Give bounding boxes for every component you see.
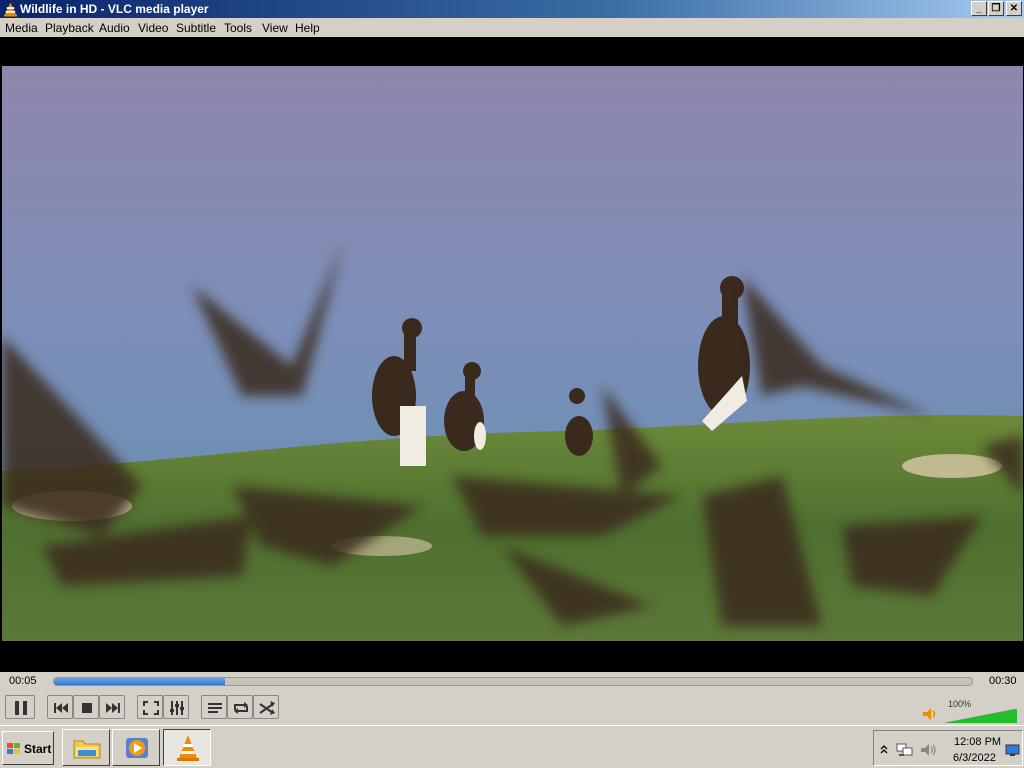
- menu-view[interactable]: View: [262, 21, 288, 35]
- volume-percent: 100%: [948, 699, 972, 709]
- restore-button[interactable]: ❐: [988, 1, 1004, 16]
- taskbar-file-explorer[interactable]: [62, 729, 110, 766]
- menu-media[interactable]: Media: [5, 21, 38, 35]
- windows-logo-icon: [7, 743, 20, 754]
- menu-subtitle[interactable]: Subtitle: [176, 21, 216, 35]
- speaker-icon[interactable]: [920, 742, 938, 758]
- extended-settings-icon: [170, 701, 184, 715]
- volume-slider[interactable]: [945, 709, 1017, 723]
- show-desktop-icon[interactable]: [1005, 744, 1020, 756]
- menu-help[interactable]: Help: [295, 21, 320, 35]
- show-hidden-icons-chevron[interactable]: [879, 743, 889, 755]
- menu-video[interactable]: Video: [138, 21, 168, 35]
- title-bar[interactable]: Wildlife in HD - VLC media player _ ❐ ✕: [0, 0, 1024, 18]
- taskbar: Start 12:08 PM 6/3/2022: [0, 725, 1024, 768]
- loop-icon: [234, 702, 248, 714]
- pause-button[interactable]: [5, 695, 35, 719]
- clock-time[interactable]: 12:08 PM: [954, 736, 1001, 748]
- playlist-icon: [208, 703, 222, 713]
- minimize-button[interactable]: _: [971, 1, 987, 16]
- menu-playback[interactable]: Playback: [45, 21, 94, 35]
- video-frame: [2, 66, 1023, 641]
- file-explorer-icon: [73, 740, 101, 759]
- previous-button[interactable]: [47, 695, 73, 719]
- media-player-icon: [126, 738, 148, 758]
- loop-button[interactable]: [227, 695, 253, 719]
- stop-icon: [82, 703, 92, 713]
- system-tray: 12:08 PM 6/3/2022: [873, 730, 1023, 766]
- vlc-cone-icon: [177, 735, 199, 761]
- fullscreen-icon: [143, 701, 159, 715]
- clock-date[interactable]: 6/3/2022: [953, 752, 996, 764]
- vlc-cone-icon: [3, 2, 18, 17]
- playlist-button[interactable]: [201, 695, 227, 719]
- pause-icon: [15, 701, 27, 715]
- seek-row: 00:05 00:30: [0, 672, 1024, 690]
- next-icon: [106, 703, 120, 713]
- shuffle-button[interactable]: [253, 695, 279, 719]
- elapsed-time: 00:05: [9, 675, 37, 687]
- close-button[interactable]: ✕: [1006, 1, 1022, 16]
- video-area[interactable]: [0, 37, 1024, 672]
- menu-audio[interactable]: Audio: [99, 21, 130, 35]
- stop-button[interactable]: [73, 695, 99, 719]
- control-bar: 100%: [0, 690, 1024, 725]
- seek-bar[interactable]: [53, 677, 973, 686]
- speaker-icon[interactable]: [922, 707, 938, 721]
- extended-settings-button[interactable]: [163, 695, 189, 719]
- taskbar-vlc[interactable]: [163, 729, 211, 766]
- menu-bar: Media Playback Audio Video Subtitle Tool…: [0, 18, 1024, 37]
- previous-icon: [54, 703, 68, 713]
- start-button[interactable]: Start: [2, 731, 54, 765]
- start-label: Start: [24, 742, 52, 756]
- window-title: Wildlife in HD - VLC media player: [20, 2, 209, 16]
- total-time: 00:30: [989, 675, 1017, 687]
- seek-progress: [54, 678, 225, 685]
- menu-tools[interactable]: Tools: [224, 21, 252, 35]
- network-icon[interactable]: [896, 742, 914, 758]
- shuffle-icon: [259, 701, 275, 715]
- fullscreen-button[interactable]: [137, 695, 163, 719]
- next-button[interactable]: [99, 695, 125, 719]
- taskbar-media-player[interactable]: [112, 729, 160, 766]
